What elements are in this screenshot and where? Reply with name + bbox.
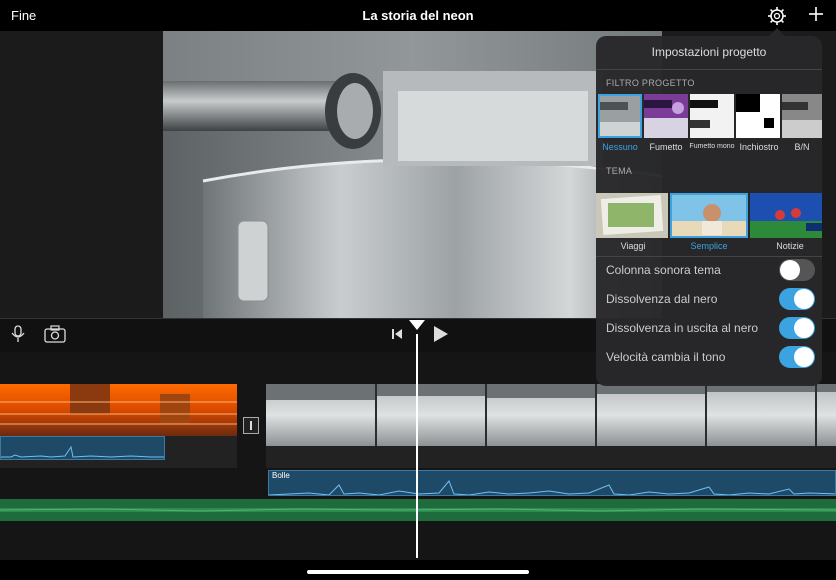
playhead[interactable] xyxy=(416,334,418,558)
filter-comic-mono[interactable] xyxy=(690,94,734,138)
fade-in-toggle[interactable] xyxy=(779,288,815,310)
theme-section-header: TEMA xyxy=(606,166,633,176)
filter-ink[interactable] xyxy=(736,94,780,138)
theme-preview-image xyxy=(750,193,822,238)
speed-pitch-label: Velocità cambia il tono xyxy=(606,350,726,364)
clip-thumbnail xyxy=(266,384,836,446)
video-preview[interactable] xyxy=(163,31,662,318)
project-title: La storia del neon xyxy=(362,8,474,23)
fade-out-toggle[interactable] xyxy=(779,317,815,339)
playhead-handle[interactable] xyxy=(409,320,425,330)
plus-icon[interactable] xyxy=(806,4,826,24)
filter-preview-image xyxy=(782,94,822,138)
filter-section-header: FILTRO PROGETTO xyxy=(606,78,695,88)
background-music-track[interactable] xyxy=(0,499,836,521)
popover-title: Impostazioni progetto xyxy=(651,45,767,59)
viewer-background xyxy=(0,31,163,318)
waveform-icon xyxy=(1,445,164,458)
divider xyxy=(596,69,822,70)
skip-to-start-icon[interactable] xyxy=(390,327,404,341)
filter-label-bw: B/N xyxy=(794,142,810,152)
filter-preview-image xyxy=(644,94,688,138)
clip-thumbnail xyxy=(0,384,237,436)
theme-music-label: Colonna sonora tema xyxy=(606,263,721,277)
toggle-knob xyxy=(794,318,814,338)
fade-out-label: Dissolvenza in uscita al nero xyxy=(606,321,759,335)
microphone-icon[interactable] xyxy=(10,325,26,343)
theme-travel[interactable] xyxy=(596,193,668,238)
filter-bw[interactable] xyxy=(782,94,822,138)
filter-comic[interactable] xyxy=(644,94,688,138)
filter-preview-image xyxy=(690,94,734,138)
sound-effect-clip[interactable] xyxy=(268,470,836,496)
video-clip[interactable] xyxy=(266,384,836,446)
home-indicator[interactable] xyxy=(307,570,529,574)
sound-effect-label: Bolle xyxy=(272,471,290,480)
speed-pitch-toggle[interactable] xyxy=(779,346,815,368)
filter-label-none: Nessuno xyxy=(602,142,638,152)
gear-icon[interactable] xyxy=(767,6,787,26)
theme-preview-image xyxy=(596,193,668,238)
fade-in-label: Dissolvenza dal nero xyxy=(606,292,718,306)
clip-audio-waveform[interactable] xyxy=(0,436,165,460)
theme-simple[interactable] xyxy=(670,193,748,238)
camera-icon[interactable] xyxy=(44,325,66,343)
theme-news[interactable] xyxy=(750,193,822,238)
theme-label-news: Notizie xyxy=(776,241,804,251)
toggle-knob xyxy=(794,347,814,367)
theme-label-travel: Viaggi xyxy=(620,241,646,251)
divider xyxy=(596,256,822,257)
waveform-icon xyxy=(269,480,835,495)
video-clip[interactable] xyxy=(0,384,237,436)
transition-icon xyxy=(250,421,252,430)
theme-label-simple: Semplice xyxy=(690,241,728,251)
play-icon[interactable] xyxy=(431,325,449,343)
filter-preview-image xyxy=(598,94,642,138)
filter-label-comic-mono: Fumetto mono xyxy=(689,143,735,150)
filter-label-ink: Inchiostro xyxy=(739,142,779,152)
theme-preview-image xyxy=(670,193,748,238)
filter-label-comic: Fumetto xyxy=(649,142,683,152)
theme-music-toggle[interactable] xyxy=(779,259,815,281)
filter-none[interactable] xyxy=(598,94,642,138)
waveform-icon xyxy=(0,508,836,512)
filter-preview-image xyxy=(736,94,780,138)
video-frame-image xyxy=(163,31,662,318)
toggle-knob xyxy=(780,260,800,280)
toggle-knob xyxy=(794,289,814,309)
